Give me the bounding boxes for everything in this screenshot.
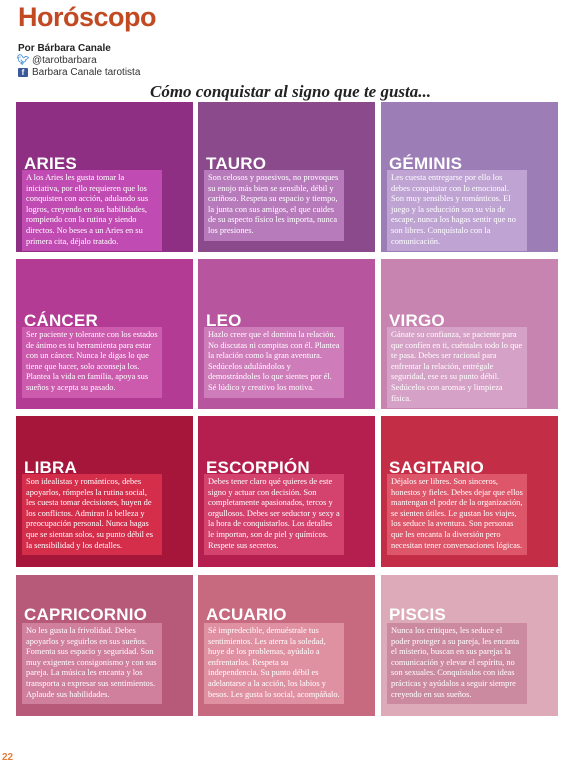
sign-description: Son idealistas y románticos, debes apoya… — [22, 474, 162, 556]
twitter-handle-row: 🐦︎ @tarotbarbara — [16, 55, 97, 66]
sign-description: Les cuesta entregarse por ello los debes… — [387, 170, 527, 252]
sign-card-capricornio: CAPRICORNIO No les gusta la frivolidad. D… — [16, 575, 193, 716]
sign-name: ACUARIO — [206, 605, 287, 624]
sign-card-geminis: GÉMINIS Les cuesta entregarse por ello lo… — [381, 102, 558, 252]
sign-card-leo: LEO Hazlo creer que el domina la relación… — [198, 259, 375, 409]
sign-description: Déjalos ser libres. Son sinceros, honest… — [387, 474, 527, 556]
sign-card-sagitario: SAGITARIO Déjalos ser libres. Son sincero… — [381, 416, 558, 567]
sign-description: Gánate su confianza, se paciente para qu… — [387, 327, 527, 409]
sign-description: Debes tener claro qué quieres de este si… — [204, 474, 344, 556]
article-subtitle: Cómo conquistar al signo que te gusta... — [149, 82, 432, 101]
facebook-icon: f — [18, 68, 28, 77]
sign-card-virgo: VIRGO Gánate su confianza, se paciente pa… — [381, 259, 558, 409]
sign-description: Nunca los critiques, les seduce el poder… — [387, 623, 527, 705]
page-number: 22 — [2, 752, 14, 763]
sign-description: Sé impredecible, demuéstrale tus sentimi… — [204, 623, 344, 705]
sign-card-aries: ARIES A los Aries les gusta tomar la inic… — [16, 102, 193, 252]
sign-name: PISCIS — [389, 605, 446, 624]
author-byline: Por Bárbara Canale — [18, 43, 111, 54]
twitter-bird-icon: 🐦︎ — [16, 55, 30, 66]
sign-card-escorpion: ESCORPIÓN Debes tener claro qué quieres d… — [198, 416, 375, 567]
sign-card-piscis: PISCIS Nunca los critiques, les seduce el… — [381, 575, 558, 716]
sign-card-libra: LIBRA Son idealistas y románticos, debes … — [16, 416, 193, 567]
sign-card-acuario: ACUARIO Sé impredecible, demuéstrale tus … — [198, 575, 375, 716]
facebook-name: Barbara Canale tarotista — [32, 67, 141, 78]
sign-description: Son celosos y posesivos, no provoques su… — [204, 170, 344, 241]
sign-card-tauro: TAURO Son celosos y posesivos, no provoqu… — [198, 102, 375, 252]
sign-name: CAPRICORNIO — [24, 605, 148, 624]
sign-description: Hazlo creer que el domina la relación. N… — [204, 327, 344, 398]
sign-description: Ser paciente y tolerante con los estados… — [22, 327, 162, 398]
facebook-row: f Barbara Canale tarotista — [18, 67, 140, 78]
sign-card-cancer: CÁNCER Ser paciente y tolerante con los e… — [16, 259, 193, 409]
sign-description: No les gusta la frivolidad. Debes apoyar… — [22, 623, 162, 705]
section-title: Horóscopo — [18, 2, 157, 32]
sign-description: A los Aries les gusta tomar la iniciativ… — [22, 170, 162, 252]
twitter-handle: @tarotbarbara — [32, 55, 97, 66]
